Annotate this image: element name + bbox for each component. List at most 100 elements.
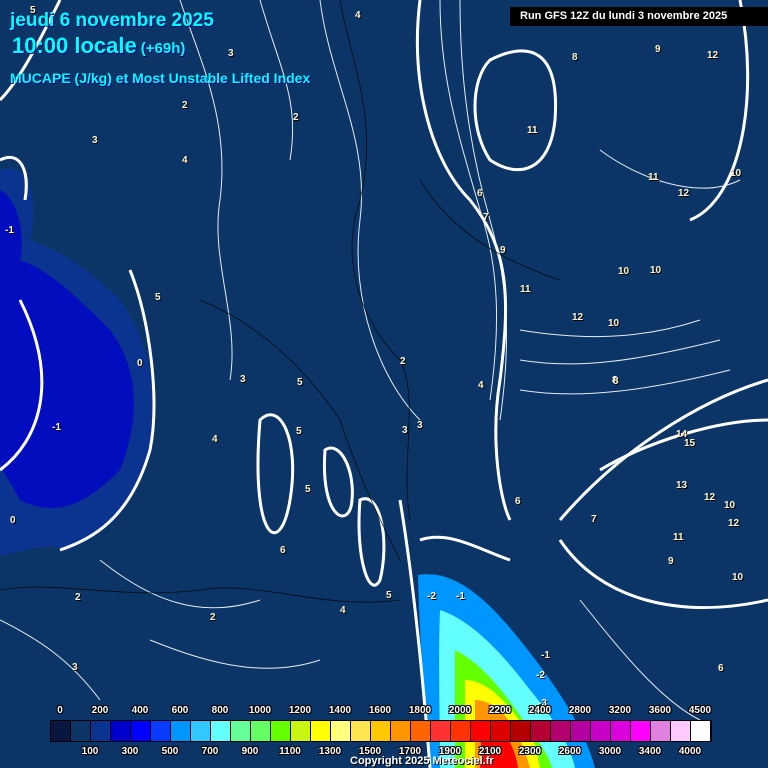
colorbar-swatch — [591, 721, 611, 741]
contour-label: 10 — [608, 318, 620, 329]
colorbar-bottom-label: 500 — [161, 746, 179, 757]
colorbar-bottom-label: 2600 — [558, 746, 582, 757]
contour-label: 11 — [648, 172, 659, 183]
colorbar-bottom-label: 3400 — [638, 746, 662, 757]
colorbar — [50, 720, 712, 742]
colorbar-swatch — [191, 721, 211, 741]
colorbar-top-label: 2400 — [528, 705, 552, 716]
contour-label: 13 — [676, 480, 688, 491]
contour-label: 6 — [515, 496, 521, 507]
colorbar-swatch — [491, 721, 511, 741]
colorbar-bottom-label: 100 — [81, 746, 99, 757]
colorbar-swatch — [411, 721, 431, 741]
colorbar-swatch — [611, 721, 631, 741]
contour-label: 3 — [417, 420, 423, 431]
colorbar-bottom-label: 3000 — [598, 746, 622, 757]
colorbar-top-label: 600 — [171, 705, 189, 716]
colorbar-swatch — [331, 721, 351, 741]
contour-label: 7 — [483, 212, 489, 223]
colorbar-swatch — [571, 721, 591, 741]
colorbar-bottom-label: 1300 — [318, 746, 342, 757]
contour-label: 0 — [10, 515, 16, 526]
forecast-time: 10:00 locale (+69h) — [12, 33, 185, 59]
colorbar-swatch — [471, 721, 491, 741]
colorbar-top-label: 800 — [211, 705, 229, 716]
colorbar-swatch — [271, 721, 291, 741]
contour-label: 10 — [724, 500, 736, 511]
contour-label: 8 — [613, 376, 619, 387]
colorbar-top-label: 1400 — [328, 705, 352, 716]
contour-label: 0 — [137, 358, 143, 369]
colorbar-swatch — [671, 721, 691, 741]
contour-label: 4 — [340, 605, 346, 616]
contour-label: 12 — [728, 518, 740, 529]
colorbar-bottom-label: 700 — [201, 746, 219, 757]
contour-label: 3 — [92, 135, 98, 146]
contour-label: -1 — [456, 591, 465, 602]
colorbar-top-label: 1600 — [368, 705, 392, 716]
contour-label: 4 — [212, 434, 218, 445]
colorbar-swatch — [691, 721, 711, 741]
contour-label: 4 — [478, 380, 484, 391]
lead-time: (+69h) — [140, 40, 186, 57]
contour-label: 12 — [678, 188, 690, 199]
contour-label: 9 — [668, 556, 674, 567]
colorbar-swatch — [311, 721, 331, 741]
colorbar-swatch — [171, 721, 191, 741]
colorbar-top-label: 200 — [91, 705, 109, 716]
colorbar-swatch — [71, 721, 91, 741]
colorbar-swatch — [151, 721, 171, 741]
contour-label: 6 — [477, 188, 483, 199]
colorbar-top-label: 1000 — [248, 705, 272, 716]
colorbar-bottom-label: 900 — [241, 746, 259, 757]
product-title: MUCAPE (J/kg) et Most Unstable Lifted In… — [10, 70, 311, 86]
colorbar-top-label: 2800 — [568, 705, 592, 716]
colorbar-swatch — [371, 721, 391, 741]
contour-label: 10 — [730, 168, 742, 179]
contour-label: 2 — [293, 112, 299, 123]
contour-label: 5 — [297, 377, 303, 388]
contour-label: 10 — [732, 572, 744, 583]
contour-label: 2 — [182, 100, 188, 111]
colorbar-top-label: 0 — [57, 705, 63, 716]
colorbar-swatch — [211, 721, 231, 741]
contour-label: 12 — [572, 312, 584, 323]
weather-map — [0, 0, 768, 768]
colorbar-top-label: 4500 — [688, 705, 712, 716]
contour-label: 8 — [572, 52, 578, 63]
colorbar-swatch — [431, 721, 451, 741]
contour-label: 9 — [500, 245, 506, 256]
colorbar-swatch — [391, 721, 411, 741]
contour-label: -1 — [52, 422, 61, 433]
contour-label: 11 — [673, 532, 684, 543]
colorbar-top-label: 2000 — [448, 705, 472, 716]
colorbar-bottom-label: 4000 — [678, 746, 702, 757]
contour-label: 5 — [386, 590, 392, 601]
contour-label: 3 — [240, 374, 246, 385]
contour-label: 15 — [684, 438, 696, 449]
contour-label: 11 — [527, 125, 538, 136]
colorbar-bottom-label: 300 — [121, 746, 139, 757]
colorbar-swatch — [51, 721, 71, 741]
colorbar-swatch — [511, 721, 531, 741]
colorbar-top-label: 2200 — [488, 705, 512, 716]
colorbar-bottom-label: 1100 — [279, 746, 301, 757]
colorbar-swatch — [531, 721, 551, 741]
contour-label: -1 — [541, 650, 550, 661]
colorbar-bottom-label: 2300 — [518, 746, 542, 757]
contour-label: 2 — [400, 356, 406, 367]
colorbar-top-label: 400 — [131, 705, 149, 716]
contour-label: -2 — [536, 670, 545, 681]
colorbar-swatch — [451, 721, 471, 741]
contour-label: 11 — [520, 284, 531, 295]
contour-label: 5 — [305, 484, 311, 495]
contour-label: 5 — [296, 426, 302, 437]
contour-label: 4 — [182, 155, 188, 166]
colorbar-top-label: 3600 — [648, 705, 672, 716]
contour-label: 2 — [75, 592, 81, 603]
contour-label: 10 — [618, 266, 630, 277]
contour-label: 3 — [402, 425, 408, 436]
contour-label: 3 — [72, 662, 78, 673]
colorbar-swatch — [91, 721, 111, 741]
contour-label: 3 — [228, 48, 234, 59]
